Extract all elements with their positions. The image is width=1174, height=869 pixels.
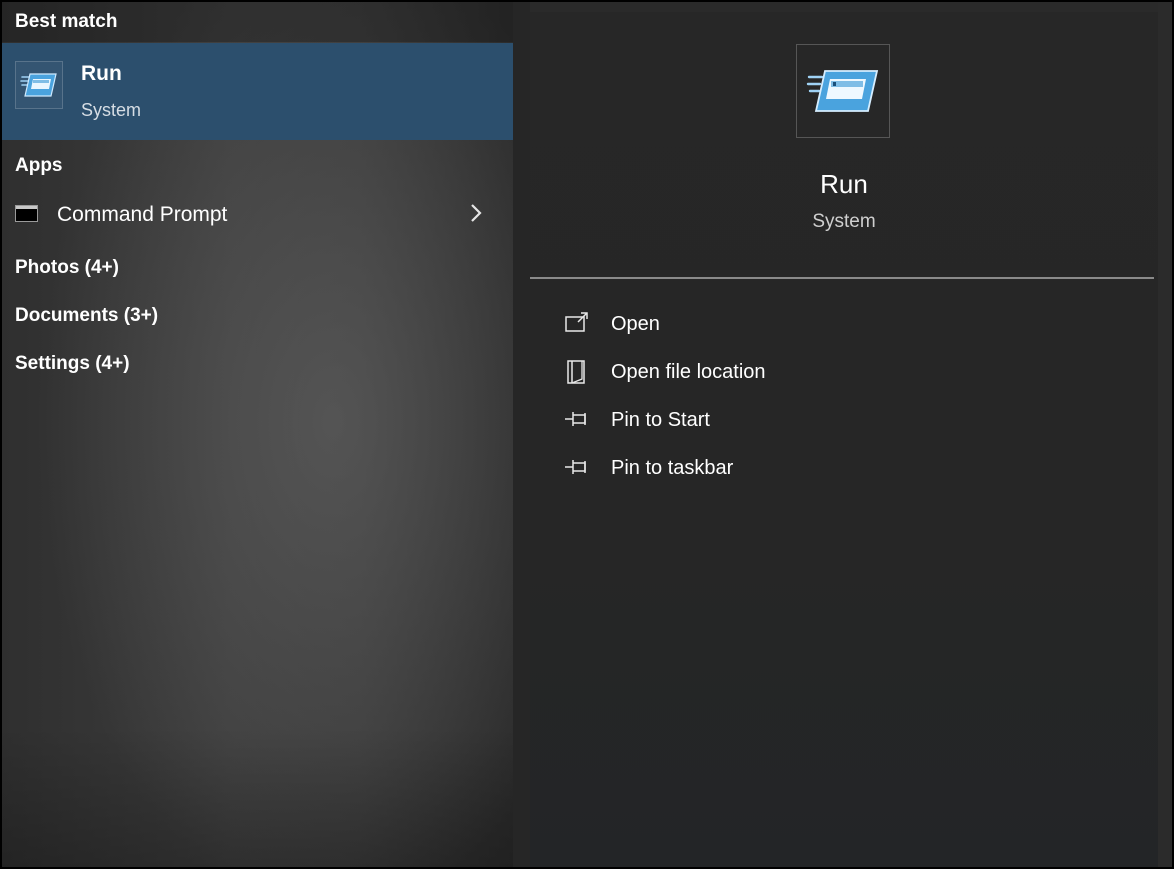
category-settings[interactable]: Settings (4+) <box>15 353 130 375</box>
apps-header: Apps <box>15 155 63 176</box>
window-edge <box>1158 2 1172 867</box>
run-app-icon <box>796 44 890 138</box>
search-flyout: Best match Run System Apps Command Promp… <box>0 0 1174 869</box>
best-match-run[interactable]: Run System <box>2 43 513 140</box>
app-item-label: Command Prompt <box>57 203 228 226</box>
app-item-command-prompt[interactable]: Command Prompt <box>2 193 513 237</box>
best-match-title: Run <box>81 62 122 85</box>
action-label: Open file location <box>611 361 766 383</box>
action-pin-to-start[interactable]: Pin to Start <box>564 401 1124 441</box>
category-documents[interactable]: Documents (3+) <box>15 305 158 327</box>
chevron-right-icon[interactable] <box>464 201 488 225</box>
pane-gap <box>513 2 530 867</box>
action-label: Pin to Start <box>611 409 710 431</box>
best-match-header: Best match <box>15 11 118 32</box>
results-pane: Best match Run System Apps Command Promp… <box>2 2 513 867</box>
detail-title: Run <box>820 169 868 199</box>
action-pin-to-taskbar[interactable]: Pin to taskbar <box>564 449 1124 489</box>
action-label: Open <box>611 313 660 335</box>
detail-subtitle: System <box>812 211 876 232</box>
pin-icon <box>565 412 586 426</box>
pin-icon <box>565 460 586 474</box>
category-photos[interactable]: Photos (4+) <box>15 257 119 279</box>
file-location-icon <box>567 360 585 384</box>
action-open-file-location[interactable]: Open file location <box>564 353 1124 393</box>
detail-divider <box>530 277 1154 279</box>
action-open[interactable]: Open <box>564 305 1124 345</box>
detail-pane: Run System Open Open file location Pin t… <box>530 12 1158 867</box>
action-label: Pin to taskbar <box>611 457 734 479</box>
command-prompt-icon <box>15 205 38 222</box>
open-icon <box>565 312 588 332</box>
best-match-subtitle: System <box>81 100 142 120</box>
run-app-icon <box>15 61 63 109</box>
results-pane-shade <box>2 727 513 867</box>
